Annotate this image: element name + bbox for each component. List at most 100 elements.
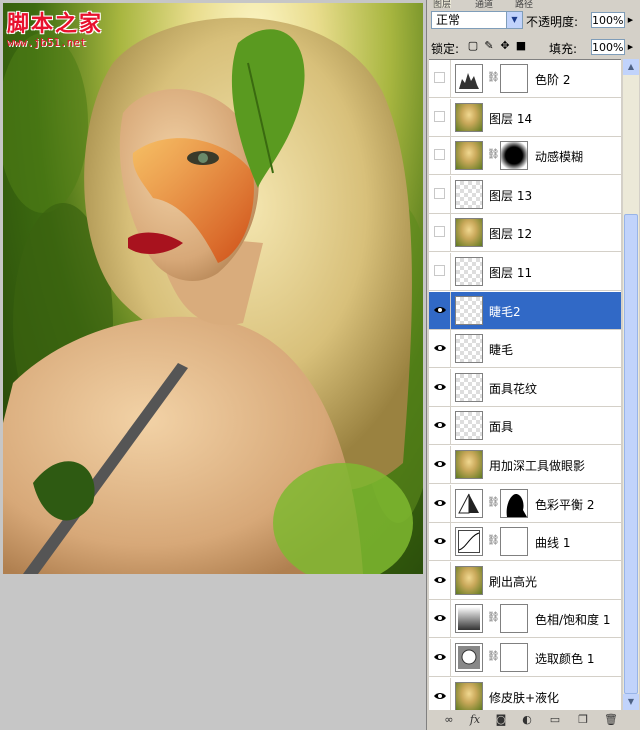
layer-thumbnail[interactable] <box>455 295 483 325</box>
fx-icon[interactable]: fx <box>467 713 483 727</box>
layer-visibility-toggle[interactable] <box>429 137 451 175</box>
layer-row[interactable]: 图层 11 <box>429 253 621 291</box>
hidden-visibility-box <box>434 72 445 83</box>
layer-row[interactable]: 刷出高光 <box>429 561 621 600</box>
layer-row[interactable]: ⛓ 动感模糊 <box>429 137 621 176</box>
layer-row[interactable]: ⛓ 选取颜色 1 <box>429 639 621 677</box>
layer-thumbnail[interactable] <box>455 565 483 595</box>
layer-visibility-toggle[interactable] <box>429 60 451 97</box>
layer-thumbnail[interactable] <box>455 681 483 711</box>
layer-mask-thumbnail[interactable] <box>500 604 528 634</box>
hidden-visibility-box <box>434 265 445 276</box>
document-photo[interactable]: 脚本之家 www.jb51.net <box>3 3 423 574</box>
scroll-up-icon[interactable]: ▲ <box>623 59 639 75</box>
mask-link-icon[interactable]: ⛓ <box>487 149 500 160</box>
layer-thumbnail[interactable] <box>455 102 483 132</box>
trash-icon[interactable]: 🗑 <box>603 713 619 727</box>
document-canvas-area: 脚本之家 www.jb51.net <box>0 0 426 730</box>
layer-thumbnail[interactable] <box>455 218 483 248</box>
layer-row[interactable]: 图层 12 <box>429 214 621 253</box>
layer-mask-thumbnail[interactable] <box>500 141 528 171</box>
layer-row[interactable]: 睫毛2 <box>429 291 621 330</box>
layers-scrollbar[interactable]: ▲ ▼ <box>623 59 639 710</box>
mask-link-icon[interactable]: ⛓ <box>487 651 500 662</box>
new-group-icon[interactable]: ▭ <box>547 713 563 727</box>
new-adjustment-icon[interactable]: ◐ <box>519 713 535 727</box>
link-layers-icon[interactable]: ∞ <box>441 713 457 727</box>
mask-link-icon[interactable]: ⛓ <box>487 612 500 623</box>
layer-thumbnail[interactable] <box>455 643 483 672</box>
scroll-down-icon[interactable]: ▼ <box>623 694 639 710</box>
layer-visibility-toggle[interactable] <box>429 677 451 711</box>
layer-row[interactable]: 图层 14 <box>429 98 621 137</box>
layer-visibility-toggle[interactable] <box>429 253 451 290</box>
mask-link-icon[interactable]: ⛓ <box>487 535 500 546</box>
lock-all-icon[interactable]: ■ <box>515 40 527 52</box>
add-mask-icon[interactable]: ◙ <box>493 713 509 727</box>
layer-name: 动感模糊 <box>535 150 584 165</box>
layer-visibility-toggle[interactable] <box>429 446 451 483</box>
layer-visibility-toggle[interactable] <box>429 98 451 136</box>
layer-mask-thumbnail[interactable] <box>500 527 528 557</box>
lock-move-icon[interactable]: ✥ <box>499 40 511 52</box>
layer-row[interactable]: 图层 13 <box>429 175 621 214</box>
opacity-arrow-icon[interactable]: ▶ <box>626 12 635 28</box>
layer-row[interactable]: 睫毛 <box>429 330 621 369</box>
layer-row[interactable]: ⛓ 曲线 1 <box>429 523 621 562</box>
lock-brush-icon[interactable]: ✎ <box>483 40 495 52</box>
layer-row[interactable]: 面具 <box>429 407 621 446</box>
layer-thumbnail[interactable] <box>455 527 483 557</box>
layer-visibility-toggle[interactable] <box>429 600 451 638</box>
fill-input[interactable]: 100% <box>591 39 625 55</box>
layer-visibility-toggle[interactable] <box>429 639 451 676</box>
chevron-down-icon[interactable]: ▼ <box>506 12 522 28</box>
layer-visibility-toggle[interactable] <box>429 330 451 368</box>
tab-paths[interactable]: 路径 <box>515 0 533 8</box>
layers-list: ⛓ 色阶 2 图层 14 ⛓ 动感模糊图层 13 图层 12 图层 11 睫毛2 睫毛 面具花纹面… <box>429 59 621 711</box>
opacity-input[interactable]: 100% <box>591 12 625 28</box>
layer-thumbnail[interactable] <box>455 141 483 171</box>
lock-transparency-icon[interactable]: ▢ <box>467 40 479 52</box>
layer-row[interactable]: ⛓ 色相/饱和度 1 <box>429 600 621 639</box>
blend-mode-value: 正常 <box>436 13 461 27</box>
eye-icon <box>434 576 446 583</box>
eye-icon <box>434 499 446 506</box>
layer-visibility-toggle[interactable] <box>429 175 451 213</box>
layer-row[interactable]: ⛓ 色阶 2 <box>429 60 621 98</box>
layer-row[interactable]: 用加深工具做眼影 <box>429 446 621 484</box>
layer-mask-thumbnail[interactable] <box>500 643 528 672</box>
mask-link-icon[interactable]: ⛓ <box>487 72 500 83</box>
layer-thumbnail[interactable] <box>455 334 483 364</box>
layer-thumbnail[interactable] <box>455 64 483 93</box>
blend-mode-select[interactable]: 正常 ▼ <box>431 11 523 29</box>
mask-link-icon[interactable]: ⛓ <box>487 497 500 508</box>
layer-thumbnail[interactable] <box>455 488 483 518</box>
layer-thumbnail[interactable] <box>455 604 483 634</box>
layer-row[interactable]: 面具花纹 <box>429 368 621 407</box>
layer-thumbnail[interactable] <box>455 411 483 441</box>
blend-opacity-row: 正常 ▼ 不透明度: 100% ▶ <box>429 9 638 33</box>
layer-mask-thumbnail[interactable] <box>500 488 528 518</box>
layer-visibility-toggle[interactable] <box>429 407 451 445</box>
layer-name: 睫毛2 <box>489 304 521 319</box>
new-layer-icon[interactable]: ❐ <box>575 713 591 727</box>
layer-visibility-toggle[interactable] <box>429 523 451 561</box>
hidden-visibility-box <box>434 149 445 161</box>
layer-thumbnail[interactable] <box>455 179 483 209</box>
layer-row[interactable]: ⛓ 色彩平衡 2 <box>429 484 621 523</box>
tab-channels[interactable]: 通道 <box>475 0 493 8</box>
layer-visibility-toggle[interactable] <box>429 214 451 252</box>
scrollbar-thumb[interactable] <box>624 214 638 694</box>
layer-mask-thumbnail[interactable] <box>500 64 528 93</box>
layer-thumbnail[interactable] <box>455 450 483 479</box>
tab-layers[interactable]: 图层 <box>433 0 452 8</box>
fill-arrow-icon[interactable]: ▶ <box>626 39 635 55</box>
layer-visibility-toggle[interactable] <box>429 368 451 406</box>
layer-name: 用加深工具做眼影 <box>489 459 586 473</box>
layer-visibility-toggle[interactable] <box>429 484 451 522</box>
layer-thumbnail[interactable] <box>455 372 483 402</box>
layer-row[interactable]: 修皮肤+液化 <box>429 677 621 711</box>
layer-visibility-toggle[interactable] <box>429 561 451 599</box>
layer-thumbnail[interactable] <box>455 257 483 286</box>
layer-visibility-toggle[interactable] <box>429 291 451 329</box>
